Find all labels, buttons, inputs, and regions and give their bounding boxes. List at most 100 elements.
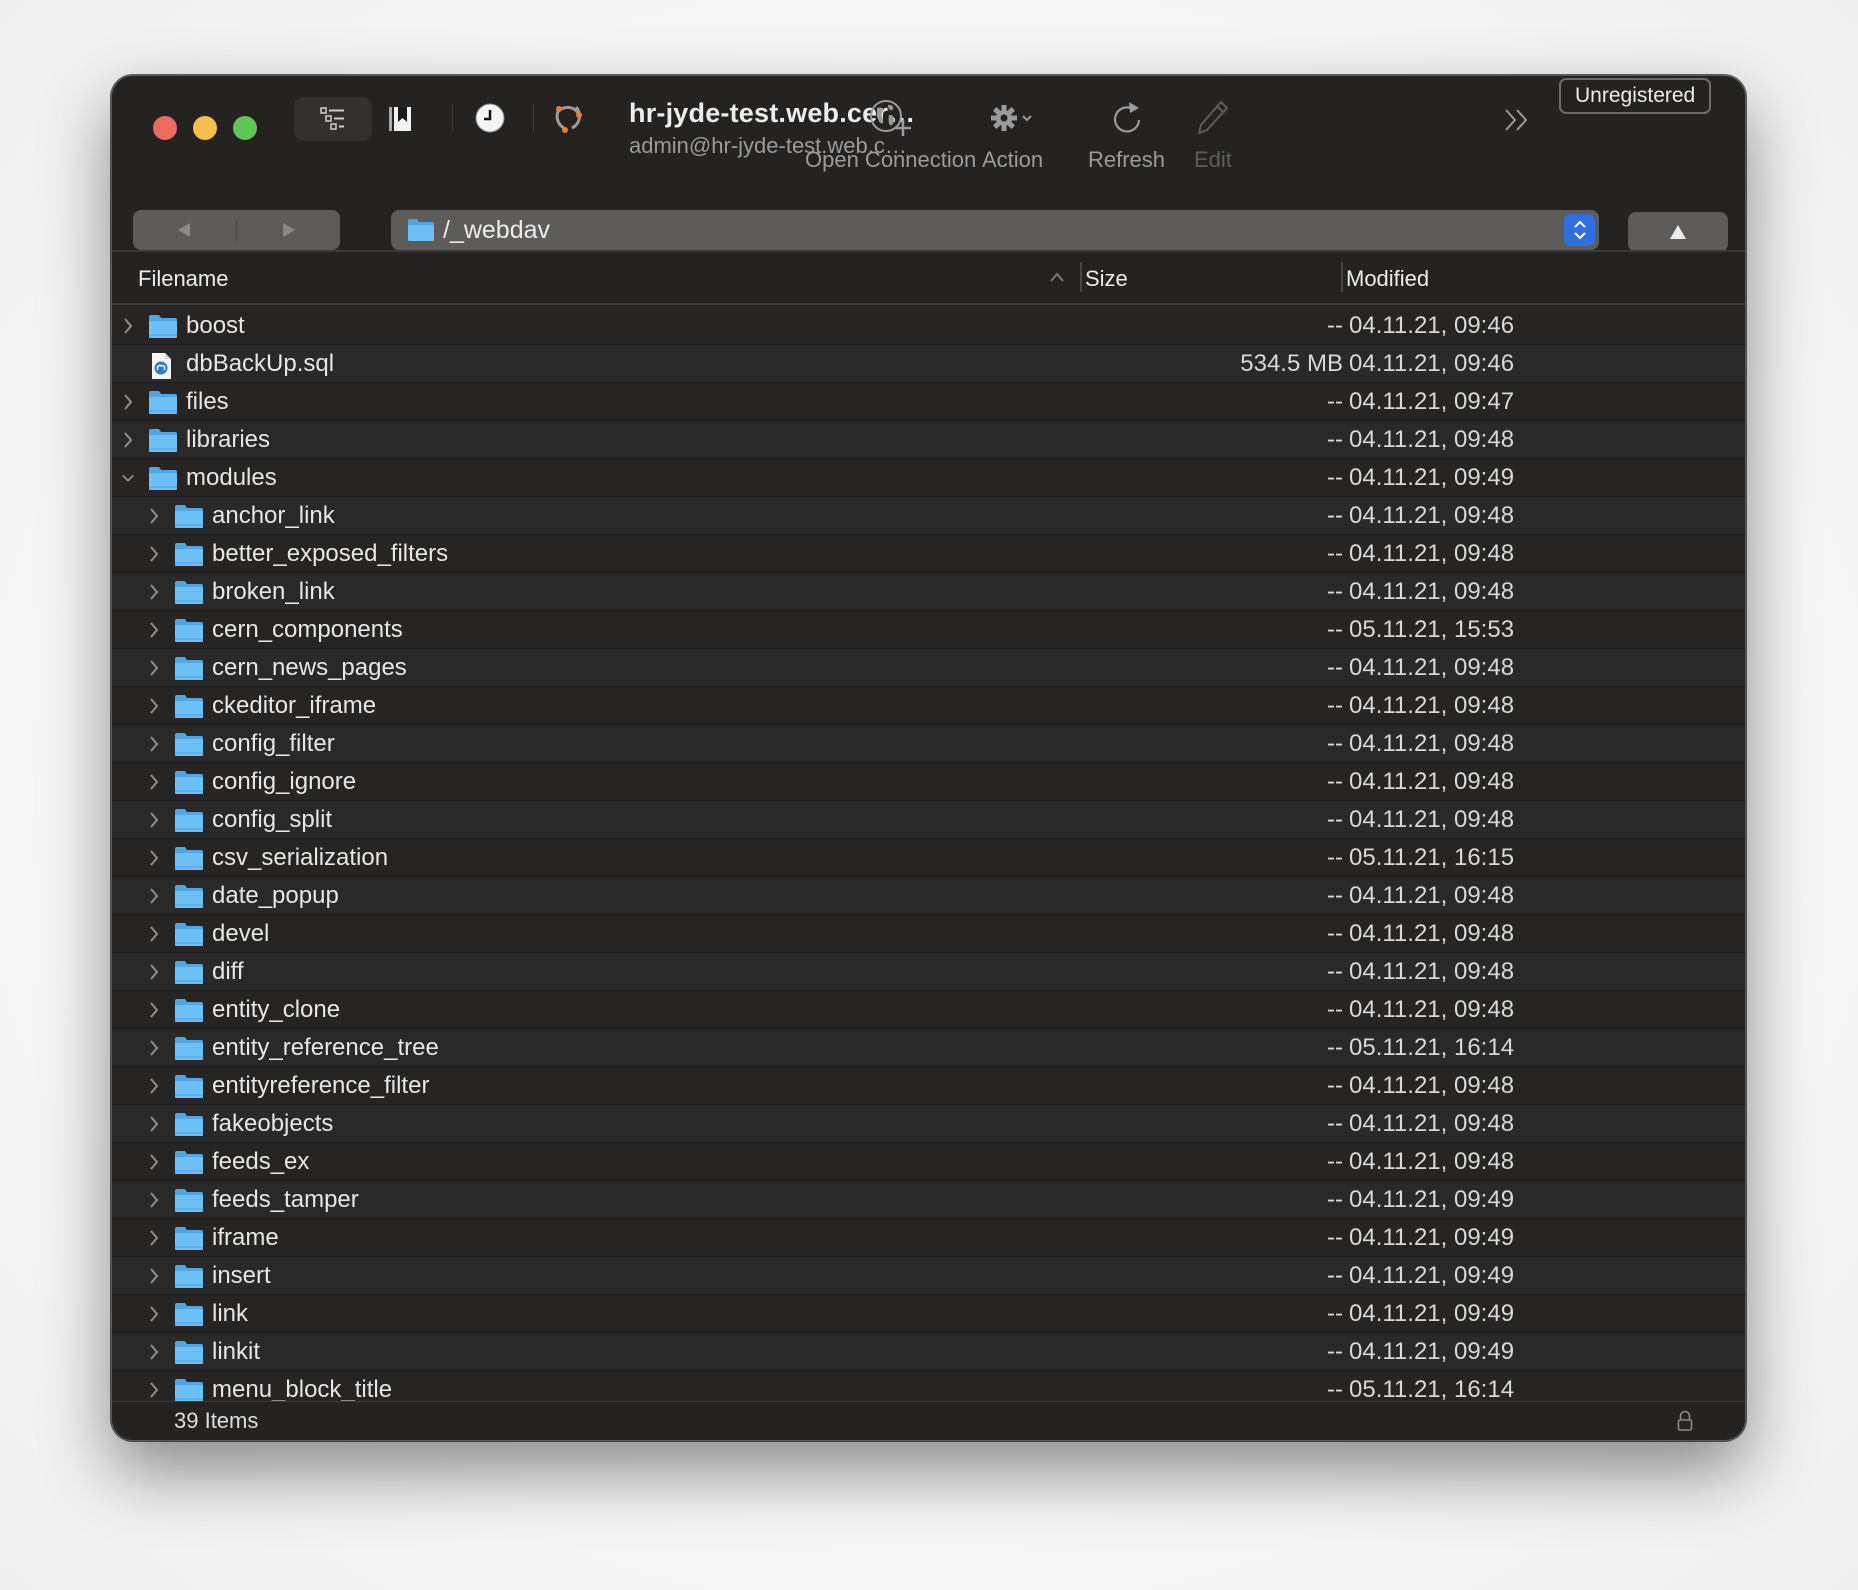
column-divider[interactable] bbox=[1341, 262, 1343, 292]
disclosure-collapsed-toggle[interactable] bbox=[121, 316, 135, 336]
path-popup[interactable]: /_webdav bbox=[391, 210, 1599, 250]
file-row[interactable]: devel -- 04.11.21, 09:48 bbox=[112, 915, 1745, 953]
disclosure-expanded-toggle[interactable] bbox=[121, 468, 135, 488]
column-size[interactable]: Size bbox=[1085, 266, 1128, 292]
file-modified: 04.11.21, 09:48 bbox=[1349, 920, 1515, 947]
chevron-right-icon bbox=[150, 850, 159, 866]
file-row[interactable]: csv_serialization -- 05.11.21, 16:15 bbox=[112, 839, 1745, 877]
file-row[interactable]: libraries -- 04.11.21, 09:48 bbox=[112, 421, 1745, 459]
action-menu-button[interactable]: Action bbox=[982, 96, 1043, 173]
file-row[interactable]: cern_components -- 05.11.21, 15:53 bbox=[112, 611, 1745, 649]
close-window-button[interactable] bbox=[153, 116, 177, 140]
disclosure-collapsed-toggle[interactable] bbox=[147, 1114, 161, 1134]
file-row[interactable]: menu_block_title -- 05.11.21, 16:14 bbox=[112, 1371, 1745, 1402]
file-row[interactable]: boost -- 04.11.21, 09:46 bbox=[112, 307, 1745, 345]
disclosure-collapsed-toggle[interactable] bbox=[147, 886, 161, 906]
file-row[interactable]: iframe -- 04.11.21, 09:49 bbox=[112, 1219, 1745, 1257]
disclosure-collapsed-toggle[interactable] bbox=[147, 810, 161, 830]
file-row[interactable]: entityreference_filter -- 04.11.21, 09:48 bbox=[112, 1067, 1745, 1105]
file-row[interactable]: link -- 04.11.21, 09:49 bbox=[112, 1295, 1745, 1333]
file-row[interactable]: feeds_ex -- 04.11.21, 09:48 bbox=[112, 1143, 1745, 1181]
file-modified: 04.11.21, 09:48 bbox=[1349, 502, 1515, 529]
file-row[interactable]: files -- 04.11.21, 09:47 bbox=[112, 383, 1745, 421]
file-name: broken_link bbox=[212, 578, 335, 605]
history-button[interactable] bbox=[472, 100, 508, 136]
maximize-window-button[interactable] bbox=[233, 116, 257, 140]
lock-button[interactable] bbox=[1677, 1410, 1693, 1437]
chevron-right-icon bbox=[150, 660, 159, 676]
disclosure-collapsed-toggle[interactable] bbox=[147, 544, 161, 564]
file-row[interactable]: config_filter -- 04.11.21, 09:48 bbox=[112, 725, 1745, 763]
disclosure-collapsed-toggle[interactable] bbox=[147, 1304, 161, 1324]
file-modified: 04.11.21, 09:48 bbox=[1349, 426, 1515, 453]
file-row[interactable]: diff -- 04.11.21, 09:48 bbox=[112, 953, 1745, 991]
bonjour-button[interactable] bbox=[550, 100, 586, 136]
disclosure-collapsed-toggle[interactable] bbox=[147, 620, 161, 640]
column-filename[interactable]: Filename bbox=[138, 266, 228, 292]
file-row[interactable]: cern_news_pages -- 04.11.21, 09:48 bbox=[112, 649, 1745, 687]
disclosure-collapsed-toggle[interactable] bbox=[147, 1342, 161, 1362]
refresh-button[interactable]: Refresh bbox=[1088, 96, 1165, 173]
toolbar-overflow-button[interactable] bbox=[1502, 106, 1532, 139]
file-row[interactable]: config_split -- 04.11.21, 09:48 bbox=[112, 801, 1745, 839]
file-row[interactable]: dbBackUp.sql 534.5 MB 04.11.21, 09:46 bbox=[112, 345, 1745, 383]
file-row[interactable]: better_exposed_filters -- 04.11.21, 09:48 bbox=[112, 535, 1745, 573]
file-size: -- bbox=[1327, 578, 1343, 605]
file-row[interactable]: date_popup -- 04.11.21, 09:48 bbox=[112, 877, 1745, 915]
disclosure-collapsed-toggle[interactable] bbox=[147, 582, 161, 602]
file-row[interactable]: modules -- 04.11.21, 09:49 bbox=[112, 459, 1745, 497]
disclosure-collapsed-toggle[interactable] bbox=[147, 658, 161, 678]
file-modified: 04.11.21, 09:48 bbox=[1349, 578, 1515, 605]
file-row[interactable]: insert -- 04.11.21, 09:49 bbox=[112, 1257, 1745, 1295]
outline-view-button[interactable] bbox=[294, 97, 372, 141]
parent-directory-button[interactable] bbox=[1628, 212, 1728, 252]
open-connection-button[interactable]: Open Connection bbox=[805, 96, 976, 173]
back-button[interactable] bbox=[133, 210, 236, 250]
bookmarks-button[interactable] bbox=[384, 102, 416, 136]
column-divider[interactable] bbox=[1080, 262, 1082, 292]
file-row[interactable]: broken_link -- 04.11.21, 09:48 bbox=[112, 573, 1745, 611]
file-row[interactable]: ckeditor_iframe -- 04.11.21, 09:48 bbox=[112, 687, 1745, 725]
disclosure-collapsed-toggle[interactable] bbox=[121, 392, 135, 412]
forward-button[interactable] bbox=[237, 210, 340, 250]
disclosure-collapsed-toggle[interactable] bbox=[121, 430, 135, 450]
file-size: -- bbox=[1327, 768, 1343, 795]
chevron-right-icon bbox=[124, 432, 133, 448]
disclosure-collapsed-toggle[interactable] bbox=[147, 1228, 161, 1248]
disclosure-collapsed-toggle[interactable] bbox=[147, 924, 161, 944]
path-popup-stepper[interactable] bbox=[1564, 214, 1595, 246]
file-name: insert bbox=[212, 1262, 271, 1289]
disclosure-collapsed-toggle[interactable] bbox=[147, 734, 161, 754]
chevron-right-icon bbox=[150, 1344, 159, 1360]
file-row[interactable]: linkit -- 04.11.21, 09:49 bbox=[112, 1333, 1745, 1371]
disclosure-collapsed-toggle[interactable] bbox=[147, 1000, 161, 1020]
minimize-window-button[interactable] bbox=[193, 116, 217, 140]
file-name: entity_clone bbox=[212, 996, 341, 1023]
disclosure-collapsed-toggle[interactable] bbox=[147, 1190, 161, 1210]
file-row[interactable]: feeds_tamper -- 04.11.21, 09:49 bbox=[112, 1181, 1745, 1219]
folder-icon bbox=[148, 314, 178, 344]
column-modified[interactable]: Modified bbox=[1346, 266, 1429, 292]
disclosure-collapsed-toggle[interactable] bbox=[147, 696, 161, 716]
disclosure-collapsed-toggle[interactable] bbox=[147, 506, 161, 526]
history-clock-icon bbox=[475, 103, 505, 133]
disclosure-collapsed-toggle[interactable] bbox=[147, 772, 161, 792]
file-size: -- bbox=[1327, 654, 1343, 681]
file-modified: 05.11.21, 16:14 bbox=[1349, 1376, 1515, 1402]
chevron-right-icon bbox=[150, 888, 159, 904]
unregistered-badge[interactable]: Unregistered bbox=[1559, 78, 1712, 114]
disclosure-collapsed-toggle[interactable] bbox=[147, 1152, 161, 1172]
file-row[interactable]: entity_reference_tree -- 05.11.21, 16:14 bbox=[112, 1029, 1745, 1067]
edit-button[interactable]: Edit bbox=[1194, 96, 1232, 173]
disclosure-collapsed-toggle[interactable] bbox=[147, 848, 161, 868]
disclosure-collapsed-toggle[interactable] bbox=[147, 1038, 161, 1058]
file-row[interactable]: entity_clone -- 04.11.21, 09:48 bbox=[112, 991, 1745, 1029]
disclosure-collapsed-toggle[interactable] bbox=[147, 1266, 161, 1286]
disclosure-collapsed-toggle[interactable] bbox=[147, 962, 161, 982]
disclosure-collapsed-toggle[interactable] bbox=[147, 1380, 161, 1400]
file-row[interactable]: fakeobjects -- 04.11.21, 09:48 bbox=[112, 1105, 1745, 1143]
file-row[interactable]: config_ignore -- 04.11.21, 09:48 bbox=[112, 763, 1745, 801]
file-size: -- bbox=[1327, 730, 1343, 757]
disclosure-collapsed-toggle[interactable] bbox=[147, 1076, 161, 1096]
file-row[interactable]: anchor_link -- 04.11.21, 09:48 bbox=[112, 497, 1745, 535]
